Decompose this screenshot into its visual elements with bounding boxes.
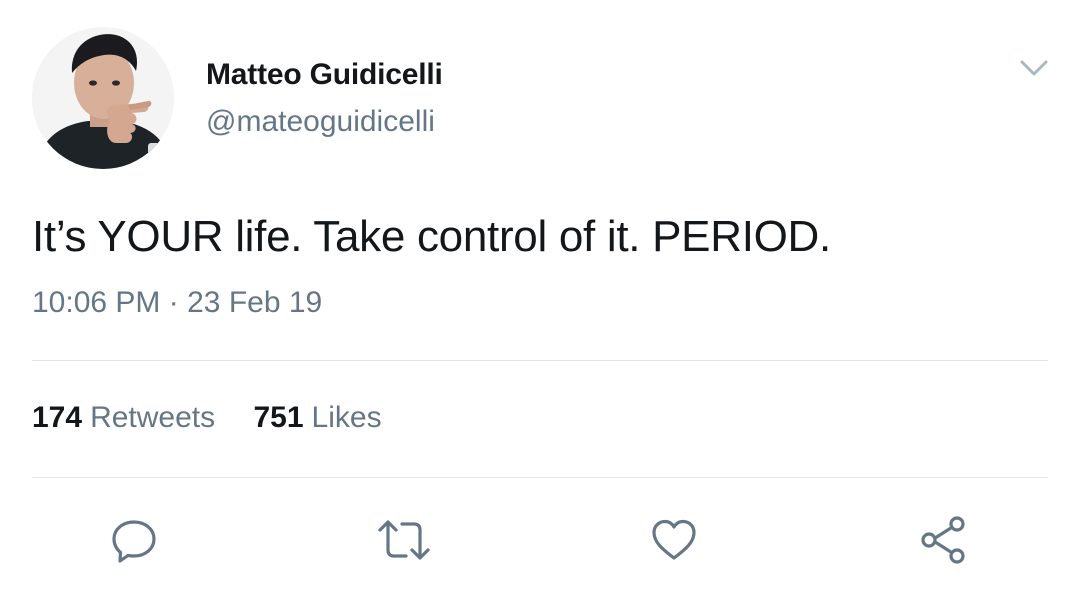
likes-count: 751 [253,401,304,434]
reply-button[interactable] [104,510,164,570]
likes-stat[interactable]: 751 Likes [253,401,381,435]
retweet-button[interactable] [374,510,434,570]
divider [32,477,1048,478]
tweet-timestamp[interactable]: 10:06 PM · 23 Feb 19 [32,286,322,320]
author-handle[interactable]: @mateoguidicelli [206,105,435,139]
tweet-date: 23 Feb 19 [187,286,323,319]
tweet-time: 10:06 PM [32,286,161,319]
share-icon [916,512,972,568]
tweet-text: It’s YOUR life. Take control of it. PERI… [32,212,831,261]
tweet-card: Matteo Guidicelli @mateoguidicelli It’s … [0,0,1080,594]
author-name[interactable]: Matteo Guidicelli [206,58,443,92]
avatar[interactable] [32,27,174,169]
like-button[interactable] [644,510,704,570]
reply-icon [108,514,160,566]
chevron-down-icon[interactable] [1014,50,1054,86]
retweets-stat[interactable]: 174 Retweets [32,401,215,435]
heart-icon [648,514,700,566]
retweets-label: Retweets [90,401,216,434]
retweets-count: 174 [32,401,83,434]
tweet-meta-separator: · [168,286,179,319]
share-button[interactable] [914,510,974,570]
likes-label: Likes [311,401,382,434]
retweet-icon [374,514,434,566]
divider [32,360,1048,361]
tweet-stats: 174 Retweets 751 Likes [32,401,382,435]
